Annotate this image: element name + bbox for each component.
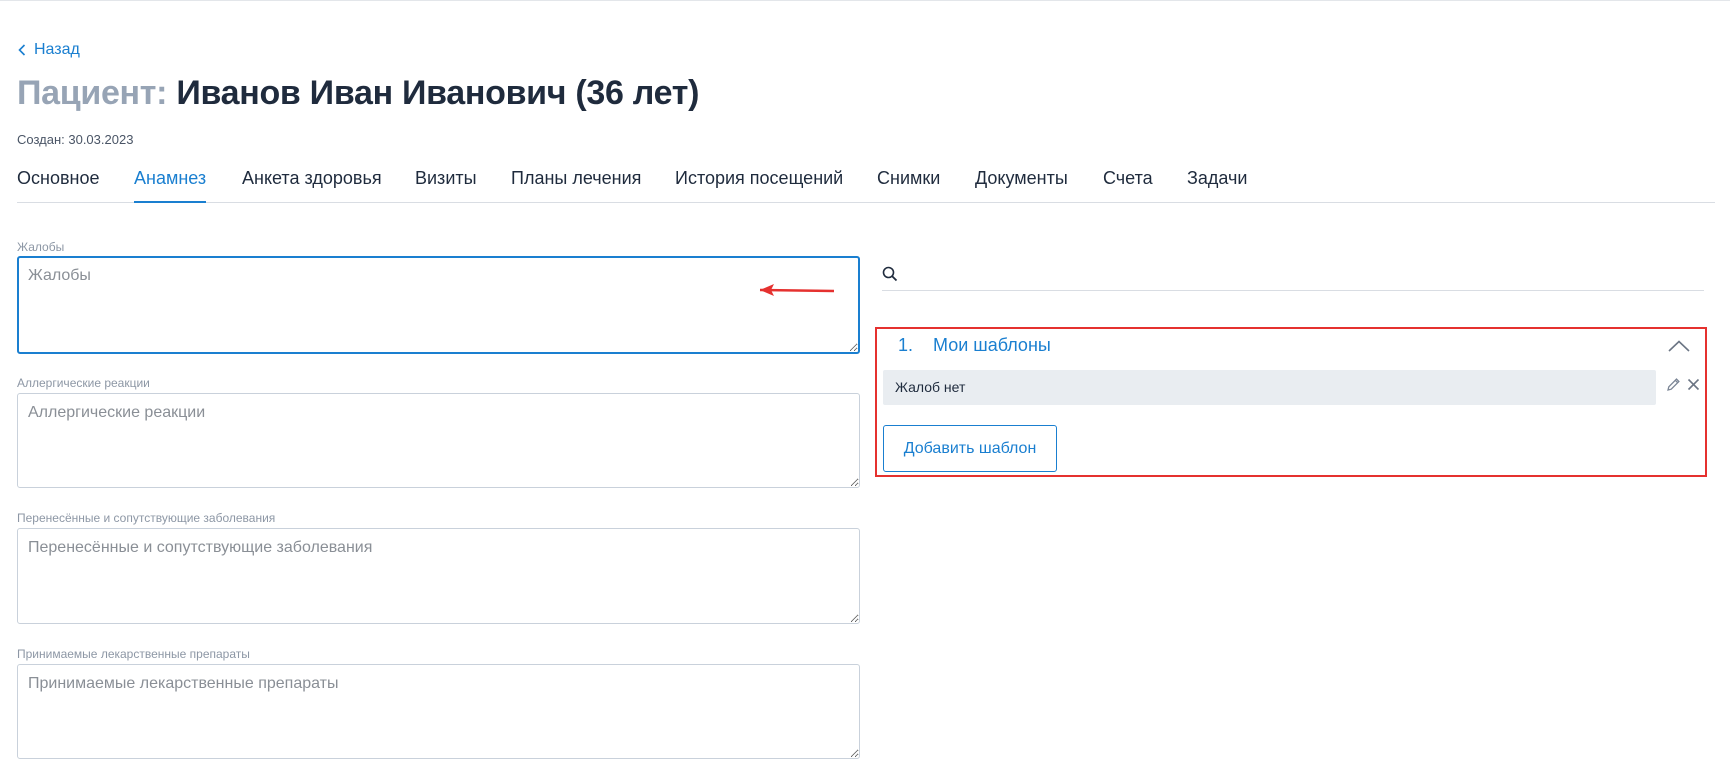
page-title: Пациент: Иванов Иван Иванович (36 лет) <box>17 74 699 113</box>
chevron-left-icon <box>18 44 26 56</box>
back-link[interactable]: Назад <box>18 41 80 59</box>
tab-main[interactable]: Основное <box>17 168 99 202</box>
tab-treatment-plans[interactable]: Планы лечения <box>511 168 641 202</box>
tab-visit-history[interactable]: История посещений <box>675 168 843 202</box>
patient-name: Иванов Иван Иванович (36 лет) <box>176 74 700 112</box>
tab-documents[interactable]: Документы <box>975 168 1068 202</box>
template-item[interactable]: Жалоб нет <box>883 370 1656 405</box>
tab-tasks[interactable]: Задачи <box>1187 168 1247 202</box>
close-icon[interactable] <box>1687 378 1700 396</box>
template-search-input[interactable] <box>908 260 1692 290</box>
complaints-label: Жалобы <box>17 240 65 254</box>
tab-bar: Основное Анамнез Анкета здоровья Визиты … <box>17 168 1715 203</box>
add-template-button[interactable]: Добавить шаблон <box>883 425 1057 472</box>
created-date: Создан: 30.03.2023 <box>17 132 134 147</box>
search-icon <box>882 266 898 287</box>
tab-anamnesis[interactable]: Анамнез <box>134 168 207 203</box>
allergies-textarea[interactable] <box>17 393 860 488</box>
page-title-label: Пациент: <box>17 74 168 112</box>
tab-visits[interactable]: Визиты <box>415 168 477 202</box>
template-group-header[interactable]: 1. Мои шаблоны <box>898 335 1051 356</box>
diseases-textarea[interactable] <box>17 528 860 624</box>
back-link-label: Назад <box>34 41 80 58</box>
tab-health-questionnaire[interactable]: Анкета здоровья <box>242 168 382 202</box>
medications-label: Принимаемые лекарственные препараты <box>17 647 250 661</box>
top-divider <box>0 0 1730 1</box>
tab-images[interactable]: Снимки <box>877 168 940 202</box>
medications-textarea[interactable] <box>17 664 860 759</box>
arrow-left-icon <box>759 284 835 296</box>
complaints-textarea[interactable] <box>17 256 860 354</box>
diseases-label: Перенесённые и сопутствующие заболевания <box>17 511 276 525</box>
template-group-title: Мои шаблоны <box>933 335 1051 355</box>
template-group-number: 1. <box>898 335 914 355</box>
chevron-up-icon[interactable] <box>1668 339 1690 357</box>
allergies-label: Аллергические реакции <box>17 376 150 390</box>
tab-invoices[interactable]: Счета <box>1103 168 1153 202</box>
template-search <box>882 260 1704 291</box>
pencil-icon[interactable] <box>1666 377 1681 397</box>
